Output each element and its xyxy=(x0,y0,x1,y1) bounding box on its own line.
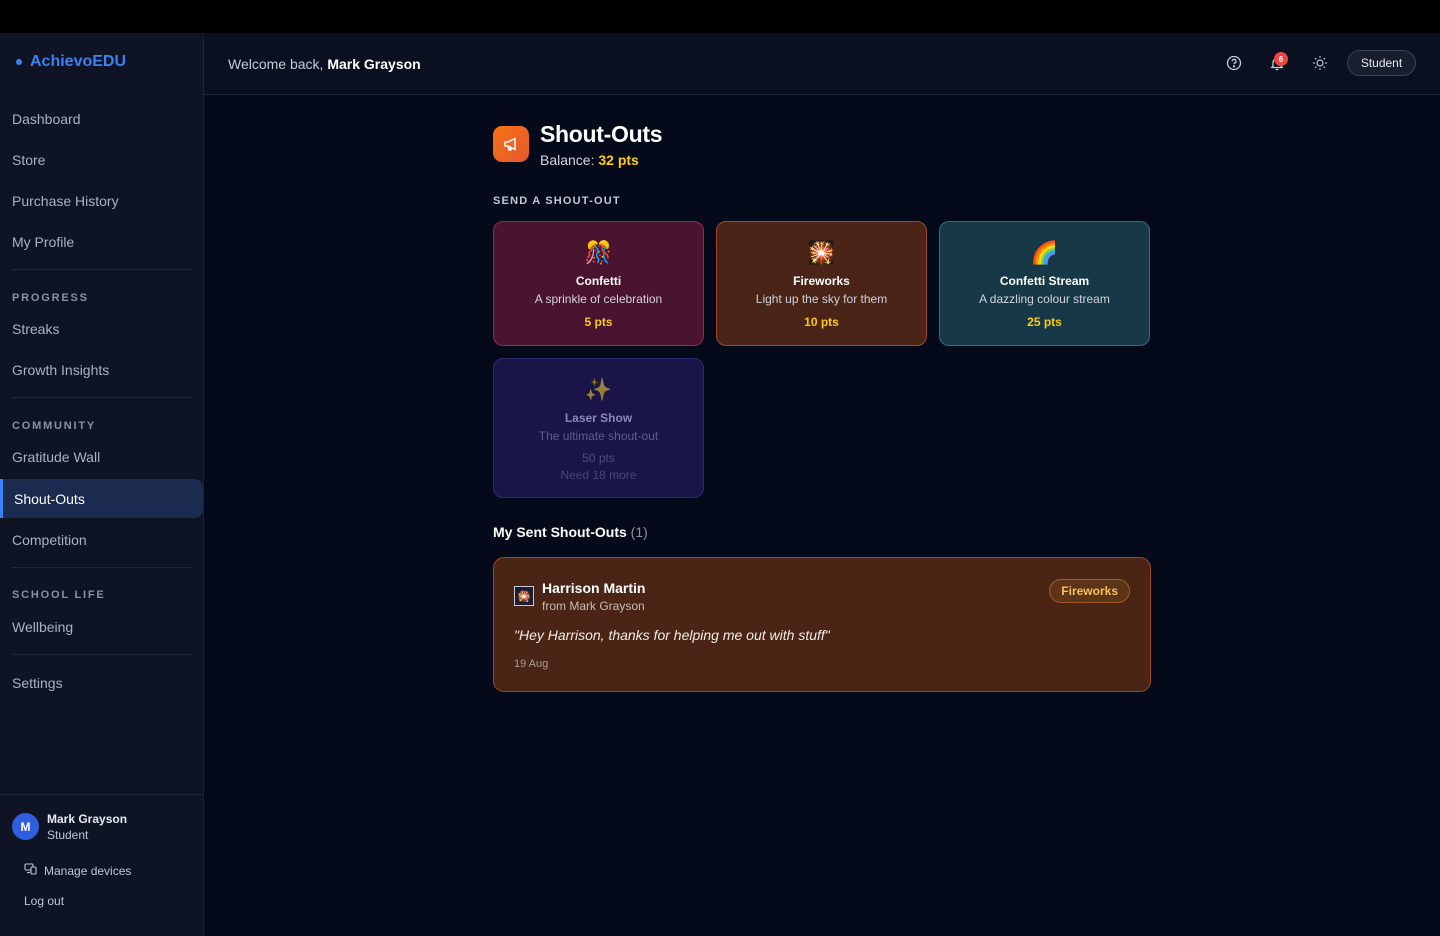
shoutout-card-fireworks[interactable]: 🎇 Fireworks Light up the sky for them 10… xyxy=(716,221,927,346)
welcome-message: Welcome back, Mark Grayson xyxy=(228,56,421,72)
sidebar-section-community: COMMUNITY xyxy=(12,420,97,432)
sidebar-divider xyxy=(12,654,192,655)
shoutout-cost: 5 pts xyxy=(584,315,613,329)
sent-count: (1) xyxy=(630,524,648,540)
shoutout-description: A dazzling colour stream xyxy=(979,292,1110,306)
shoutout-points-needed: Need 18 more xyxy=(560,468,637,482)
balance: Balance: 32 pts xyxy=(540,152,639,168)
shoutout-cost: 25 pts xyxy=(1027,315,1062,329)
manage-devices-link[interactable]: Manage devices xyxy=(24,863,131,878)
page-title: Shout-Outs xyxy=(540,121,663,147)
shoutout-description: A sprinkle of celebration xyxy=(534,292,663,306)
sidebar-item-streaks[interactable]: Streaks xyxy=(0,309,204,348)
shoutout-card-laser-show: ✨ Laser Show The ultimate shout-out 50 p… xyxy=(493,358,704,498)
send-shout-out-heading: SEND A SHOUT-OUT xyxy=(493,195,621,207)
rainbow-icon: 🌈 xyxy=(1030,240,1059,265)
window-top-bar xyxy=(0,0,1440,33)
sidebar-item-wellbeing[interactable]: Wellbeing xyxy=(0,607,204,646)
user-name: Mark Grayson xyxy=(47,812,128,826)
sent-shout-out-card[interactable]: 🎇 Harrison Martin from Mark Grayson Fire… xyxy=(493,557,1151,692)
shoutout-cost: 10 pts xyxy=(804,315,839,329)
brand-dot-icon xyxy=(16,59,22,65)
sidebar-item-my-profile[interactable]: My Profile xyxy=(0,222,204,261)
shoutout-date: 19 Aug xyxy=(514,658,549,670)
balance-label: Balance: xyxy=(540,152,595,168)
shoutout-description: The ultimate shout-out xyxy=(538,429,659,443)
sidebar-item-purchase-history[interactable]: Purchase History xyxy=(0,181,204,220)
brand-logo[interactable]: AchievoEDU xyxy=(16,53,126,71)
shoutout-description: Light up the sky for them xyxy=(755,292,888,306)
sidebar-section-school-life: SCHOOL LIFE xyxy=(12,589,106,601)
brand-name: AchievoEDU xyxy=(30,53,127,70)
shoutout-cost: 50 pts xyxy=(582,451,615,465)
shoutout-name: Laser Show xyxy=(564,411,633,425)
fireworks-icon: 🎇 xyxy=(514,586,534,606)
sidebar-item-growth-insights[interactable]: Growth Insights xyxy=(0,350,204,389)
shoutout-name: Confetti Stream xyxy=(999,274,1090,288)
shoutout-card-confetti[interactable]: 🎊 Confetti A sprinkle of celebration 5 p… xyxy=(493,221,704,346)
help-icon[interactable] xyxy=(1224,53,1244,73)
shoutout-name: Fireworks xyxy=(793,274,850,288)
top-header: Welcome back, Mark Grayson 6 Student xyxy=(204,33,1440,95)
sidebar-item-competition[interactable]: Competition xyxy=(0,520,204,559)
shoutout-card-confetti-stream[interactable]: 🌈 Confetti Stream A dazzling colour stre… xyxy=(939,221,1150,346)
sidebar-item-store[interactable]: Store xyxy=(0,140,204,179)
shoutout-type-badge: Fireworks xyxy=(1049,579,1130,603)
sidebar: AchievoEDU Dashboard Store Purchase Hist… xyxy=(0,33,204,936)
megaphone-icon xyxy=(493,126,529,162)
avatar[interactable]: M xyxy=(12,813,39,840)
sidebar-divider xyxy=(12,269,192,270)
sidebar-divider xyxy=(12,567,192,568)
sender-line: from Mark Grayson xyxy=(542,599,645,613)
devices-icon xyxy=(24,863,37,878)
notification-badge: 6 xyxy=(1274,52,1288,66)
manage-devices-label: Manage devices xyxy=(44,863,132,878)
shoutout-message: "Hey Harrison, thanks for helping me out… xyxy=(514,627,830,643)
recipient-name: Harrison Martin xyxy=(542,580,646,596)
balance-value: 32 pts xyxy=(598,152,639,168)
app: AchievoEDU Dashboard Store Purchase Hist… xyxy=(0,33,1440,936)
welcome-name: Mark Grayson xyxy=(327,56,421,72)
welcome-prefix: Welcome back, xyxy=(228,56,324,72)
sidebar-item-gratitude-wall[interactable]: Gratitude Wall xyxy=(0,437,204,476)
confetti-icon: 🎊 xyxy=(584,240,613,265)
sidebar-divider xyxy=(12,397,192,398)
sidebar-item-dashboard[interactable]: Dashboard xyxy=(0,99,204,138)
sidebar-item-settings[interactable]: Settings xyxy=(0,663,204,702)
role-button[interactable]: Student xyxy=(1347,50,1416,76)
user-panel: M Mark Grayson Student Manage devices Lo… xyxy=(0,794,203,936)
sidebar-item-shout-outs[interactable]: Shout-Outs xyxy=(0,479,203,518)
sent-shout-outs-heading: My Sent Shout-Outs (1) xyxy=(493,524,648,540)
fireworks-icon: 🎇 xyxy=(807,240,836,265)
sparkles-icon: ✨ xyxy=(584,377,613,402)
shoutout-name: Confetti xyxy=(575,274,622,288)
sent-title: My Sent Shout-Outs xyxy=(493,524,627,540)
sidebar-section-progress: PROGRESS xyxy=(12,292,89,304)
user-role: Student xyxy=(47,828,89,842)
sun-icon[interactable] xyxy=(1310,53,1330,73)
logout-link[interactable]: Log out xyxy=(24,894,64,908)
